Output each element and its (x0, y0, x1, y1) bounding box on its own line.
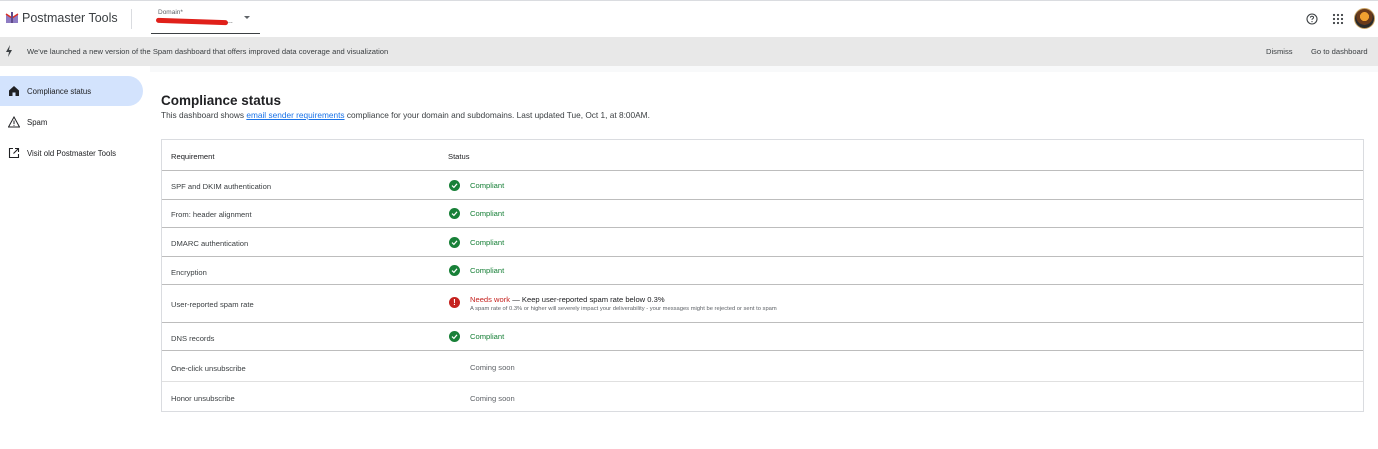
requirement-cell: Honor unsubscribe (171, 394, 235, 403)
apps-grid-icon[interactable] (1332, 13, 1344, 25)
table-row: Encryption Compliant (162, 257, 1363, 285)
requirement-cell: One-click unsubscribe (171, 364, 246, 373)
top-app-bar: Postmaster Tools Domain* ... (0, 0, 1378, 37)
sidebar-item-label: Compliance status (27, 87, 92, 96)
redacted-domain-value (155, 17, 229, 26)
check-circle-icon (449, 180, 460, 191)
compliance-card: Compliance status This dashboard shows e… (150, 72, 1378, 449)
page-title: Compliance status (161, 93, 282, 108)
compliance-table: Requirement Status SPF and DKIM authenti… (161, 139, 1364, 412)
check-circle-icon (449, 331, 460, 342)
subtitle-text-before: This dashboard shows (161, 110, 247, 120)
table-row: Honor unsubscribe Coming soon (162, 382, 1363, 412)
requirement-cell: User-reported spam rate (171, 300, 254, 309)
status-cell: Compliant (470, 209, 505, 218)
page-subtitle: This dashboard shows email sender requir… (161, 110, 650, 120)
needs-work-label: Needs work (470, 295, 511, 304)
requirement-cell: From: header alignment (171, 210, 252, 219)
table-row: From: header alignment Compliant (162, 200, 1363, 228)
subtitle-text-after: compliance for your domain and subdomain… (344, 110, 650, 120)
check-circle-icon (449, 237, 460, 248)
email-sender-requirements-link[interactable]: email sender requirements (246, 110, 344, 120)
status-cell: Compliant (470, 266, 505, 275)
app-title: Postmaster Tools (22, 11, 118, 25)
status-cell: Compliant (470, 238, 505, 247)
bolt-icon (6, 45, 12, 57)
dropdown-caret-icon (244, 16, 250, 19)
dismiss-button[interactable]: Dismiss (1266, 47, 1293, 56)
open-in-new-icon (8, 147, 20, 159)
check-circle-icon (449, 265, 460, 276)
status-cell: Coming soon (470, 363, 515, 372)
status-cell: Compliant (470, 332, 505, 341)
sidebar-item-visit-old-postmaster[interactable]: Visit old Postmaster Tools (0, 138, 143, 168)
sidebar-item-label: Spam (27, 118, 48, 127)
spam-rate-note: A spam rate of 0.3% or higher will sever… (470, 306, 777, 312)
sidebar-nav: Compliance status Spam Visit old Postmas… (0, 66, 150, 449)
header-divider (131, 9, 132, 29)
main-area: Compliance status This dashboard shows e… (150, 66, 1378, 449)
help-icon[interactable] (1306, 13, 1318, 25)
sidebar-item-label: Visit old Postmaster Tools (27, 149, 116, 158)
sidebar-item-compliance-status[interactable]: Compliance status (0, 76, 143, 106)
needs-work-detail: — Keep user-reported spam rate below 0.3… (510, 295, 665, 304)
warning-icon (8, 116, 20, 128)
table-row: User-reported spam rate ! Needs work — K… (162, 285, 1363, 323)
table-row: DNS records Compliant (162, 323, 1363, 351)
requirement-cell: DNS records (171, 334, 215, 343)
account-avatar[interactable] (1354, 8, 1375, 29)
check-circle-icon (449, 208, 460, 219)
status-cell: Compliant (470, 181, 505, 190)
requirement-cell: DMARC authentication (171, 239, 249, 248)
requirement-cell: Encryption (171, 268, 207, 277)
table-row: DMARC authentication Compliant (162, 228, 1363, 257)
home-icon (9, 86, 19, 96)
go-to-dashboard-button[interactable]: Go to dashboard (1311, 47, 1368, 56)
table-row: SPF and DKIM authentication Compliant (162, 171, 1363, 200)
postmaster-logo-icon (5, 12, 19, 23)
domain-ellipsis: ... (227, 18, 233, 25)
banner-message: We've launched a new version of the Spam… (27, 47, 389, 56)
column-header-requirement: Requirement (171, 152, 215, 161)
domain-select-label: Domain* (158, 9, 183, 16)
error-icon: ! (449, 297, 460, 308)
status-cell: Needs work — Keep user-reported spam rat… (470, 295, 665, 304)
table-row: One-click unsubscribe Coming soon (162, 351, 1363, 382)
requirement-cell: SPF and DKIM authentication (171, 182, 272, 191)
domain-select[interactable]: Domain* ... (151, 5, 260, 34)
announcement-banner: We've launched a new version of the Spam… (0, 37, 1378, 66)
sidebar-item-spam[interactable]: Spam (0, 107, 143, 137)
status-cell: Coming soon (470, 394, 515, 403)
column-header-status: Status (448, 152, 470, 161)
table-header-row: Requirement Status (162, 140, 1363, 171)
